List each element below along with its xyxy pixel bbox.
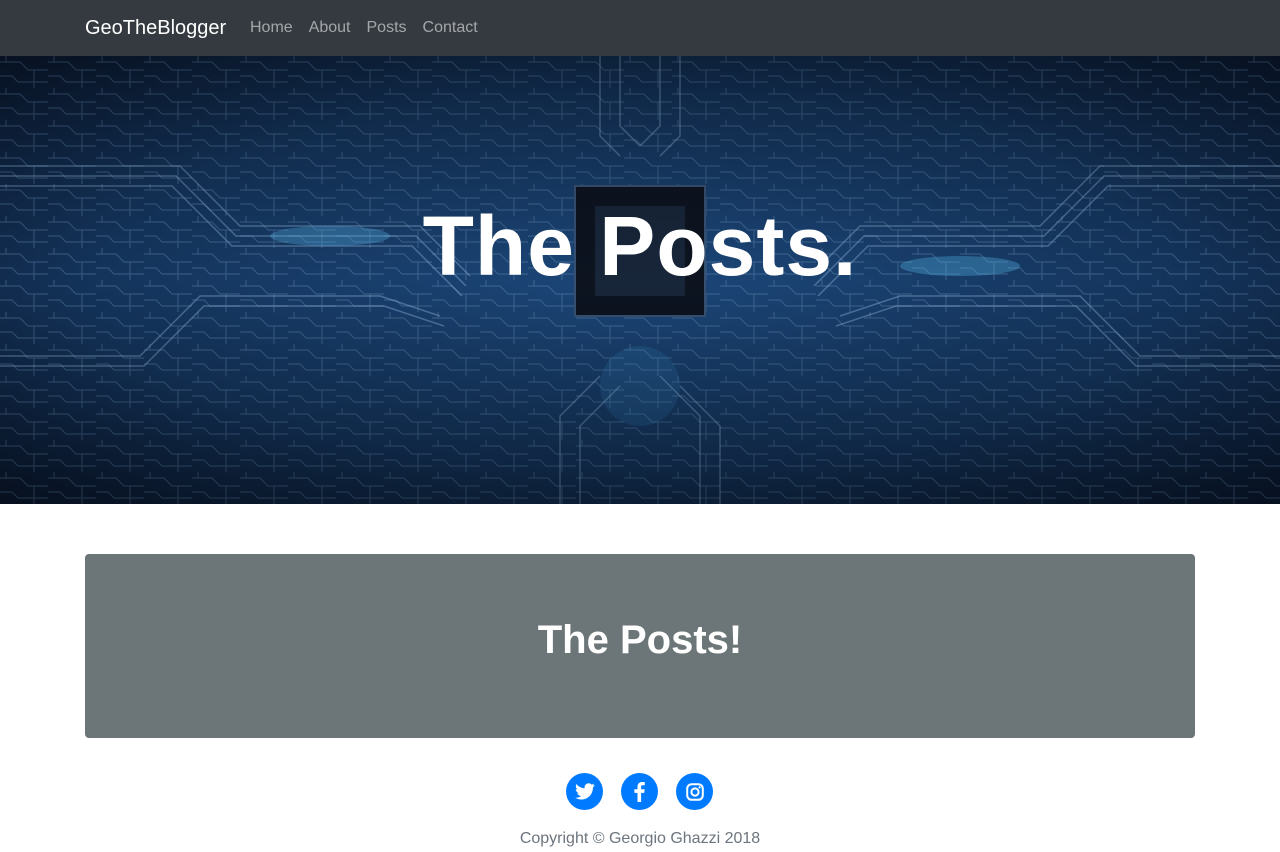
- nav-link-contact[interactable]: Contact: [423, 17, 478, 39]
- hero-banner: The Posts.: [0, 56, 1280, 504]
- top-navbar: GeoTheBlogger Home About Posts Contact: [0, 0, 1280, 56]
- jumbotron-title: The Posts!: [537, 618, 743, 662]
- copyright-text: Copyright © Georgio Ghazzi 2018: [519, 830, 761, 847]
- nav-link-home[interactable]: Home: [250, 17, 293, 39]
- nav-link-about[interactable]: About: [309, 17, 351, 39]
- instagram-icon: [685, 782, 704, 801]
- hero-title: The Posts.: [422, 199, 858, 293]
- posts-jumbotron: The Posts!: [85, 554, 1195, 738]
- nav-link-posts[interactable]: Posts: [367, 17, 407, 39]
- brand-link[interactable]: GeoTheBlogger: [85, 15, 226, 41]
- facebook-button[interactable]: [621, 773, 658, 810]
- twitter-button[interactable]: [566, 773, 603, 810]
- instagram-button[interactable]: [676, 773, 713, 810]
- facebook-icon: [634, 781, 645, 802]
- twitter-icon: [574, 783, 595, 800]
- social-links: [566, 773, 713, 810]
- nav-menu: Home About Posts Contact: [250, 17, 494, 39]
